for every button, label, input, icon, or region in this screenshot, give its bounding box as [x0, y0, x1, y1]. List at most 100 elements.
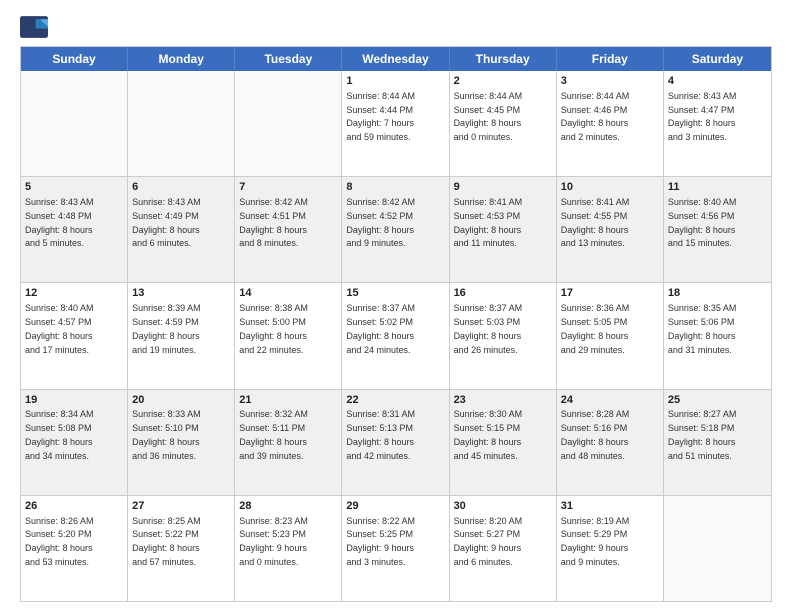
day-number: 3	[561, 74, 659, 89]
cell-info: Sunrise: 8:34 AM Sunset: 5:08 PM Dayligh…	[25, 409, 94, 460]
day-number: 14	[239, 286, 337, 301]
cell-info: Sunrise: 8:25 AM Sunset: 5:22 PM Dayligh…	[132, 516, 201, 567]
calendar-cell-0-0	[21, 71, 128, 176]
calendar-cell-1-0: 5 Sunrise: 8:43 AM Sunset: 4:48 PM Daylig…	[21, 177, 128, 282]
calendar-cell-2-4: 16Sunrise: 8:37 AM Sunset: 5:03 PM Dayli…	[450, 283, 557, 388]
day-number: 8	[346, 180, 444, 195]
calendar-cell-4-4: 30 Sunrise: 8:20 AM Sunset: 5:27 PM Dayli…	[450, 496, 557, 601]
calendar-cell-2-6: 18 Sunrise: 8:35 AM Sunset: 5:06 PM Dayli…	[664, 283, 771, 388]
calendar-cell-3-5: 24Sunrise: 8:28 AM Sunset: 5:16 PM Dayli…	[557, 390, 664, 495]
day-number: 17	[561, 286, 659, 301]
cell-info: Sunrise: 8:42 AM Sunset: 4:52 PM Dayligh…	[346, 197, 415, 248]
cell-info: Sunrise: 8:43 AM Sunset: 4:49 PM Dayligh…	[132, 197, 201, 248]
cell-info: Sunrise: 8:40 AM Sunset: 4:57 PM Dayligh…	[25, 303, 94, 354]
day-number: 31	[561, 499, 659, 514]
calendar-cell-2-2: 14 Sunrise: 8:38 AM Sunset: 5:00 PM Dayli…	[235, 283, 342, 388]
cell-info: Sunrise: 8:44 AM Sunset: 4:46 PM Dayligh…	[561, 91, 630, 142]
calendar-cell-2-5: 17 Sunrise: 8:36 AM Sunset: 5:05 PM Dayli…	[557, 283, 664, 388]
calendar-cell-3-0: 19Sunrise: 8:34 AM Sunset: 5:08 PM Dayli…	[21, 390, 128, 495]
day-number: 20	[132, 393, 230, 408]
calendar-cell-1-3: 8 Sunrise: 8:42 AM Sunset: 4:52 PM Daylig…	[342, 177, 449, 282]
day-number: 26	[25, 499, 123, 514]
day-number: 19	[25, 393, 123, 408]
cell-info: Sunrise: 8:35 AM Sunset: 5:06 PM Dayligh…	[668, 303, 737, 354]
cell-info: Sunrise: 8:20 AM Sunset: 5:27 PM Dayligh…	[454, 516, 523, 567]
logo-icon	[20, 16, 48, 38]
calendar-cell-1-6: 11 Sunrise: 8:40 AM Sunset: 4:56 PM Dayli…	[664, 177, 771, 282]
cell-info: Sunrise: 8:36 AM Sunset: 5:05 PM Dayligh…	[561, 303, 630, 354]
day-number: 12	[25, 286, 123, 301]
calendar-cell-2-0: 12 Sunrise: 8:40 AM Sunset: 4:57 PM Dayli…	[21, 283, 128, 388]
calendar-cell-3-2: 21Sunrise: 8:32 AM Sunset: 5:11 PM Dayli…	[235, 390, 342, 495]
cell-info: Sunrise: 8:37 AM Sunset: 5:03 PM Dayligh…	[454, 303, 523, 354]
calendar-cell-0-3: 1 Sunrise: 8:44 AM Sunset: 4:44 PM Daylig…	[342, 71, 449, 176]
cell-info: Sunrise: 8:19 AM Sunset: 5:29 PM Dayligh…	[561, 516, 630, 567]
calendar-body: 1 Sunrise: 8:44 AM Sunset: 4:44 PM Daylig…	[21, 71, 771, 601]
day-number: 15	[346, 286, 444, 301]
calendar-cell-4-3: 29Sunrise: 8:22 AM Sunset: 5:25 PM Dayli…	[342, 496, 449, 601]
day-number: 30	[454, 499, 552, 514]
calendar-cell-4-6	[664, 496, 771, 601]
calendar-header: SundayMondayTuesdayWednesdayThursdayFrid…	[21, 47, 771, 71]
cell-info: Sunrise: 8:40 AM Sunset: 4:56 PM Dayligh…	[668, 197, 737, 248]
calendar-cell-1-2: 7 Sunrise: 8:42 AM Sunset: 4:51 PM Daylig…	[235, 177, 342, 282]
cell-info: Sunrise: 8:42 AM Sunset: 4:51 PM Dayligh…	[239, 197, 308, 248]
header	[20, 16, 772, 38]
cell-info: Sunrise: 8:31 AM Sunset: 5:13 PM Dayligh…	[346, 409, 415, 460]
header-day-wednesday: Wednesday	[342, 47, 449, 71]
calendar-row-3: 19Sunrise: 8:34 AM Sunset: 5:08 PM Dayli…	[21, 389, 771, 495]
cell-info: Sunrise: 8:26 AM Sunset: 5:20 PM Dayligh…	[25, 516, 94, 567]
day-number: 23	[454, 393, 552, 408]
day-number: 5	[25, 180, 123, 195]
calendar-cell-1-1: 6 Sunrise: 8:43 AM Sunset: 4:49 PM Daylig…	[128, 177, 235, 282]
calendar-cell-4-0: 26 Sunrise: 8:26 AM Sunset: 5:20 PM Dayli…	[21, 496, 128, 601]
cell-info: Sunrise: 8:27 AM Sunset: 5:18 PM Dayligh…	[668, 409, 737, 460]
cell-info: Sunrise: 8:44 AM Sunset: 4:44 PM Dayligh…	[346, 91, 415, 142]
calendar-cell-4-5: 31 Sunrise: 8:19 AM Sunset: 5:29 PM Dayli…	[557, 496, 664, 601]
day-number: 10	[561, 180, 659, 195]
calendar-row-2: 12 Sunrise: 8:40 AM Sunset: 4:57 PM Dayli…	[21, 282, 771, 388]
cell-info: Sunrise: 8:38 AM Sunset: 5:00 PM Dayligh…	[239, 303, 308, 354]
cell-info: Sunrise: 8:43 AM Sunset: 4:48 PM Dayligh…	[25, 197, 94, 248]
header-day-thursday: Thursday	[450, 47, 557, 71]
cell-info: Sunrise: 8:33 AM Sunset: 5:10 PM Dayligh…	[132, 409, 201, 460]
header-day-tuesday: Tuesday	[235, 47, 342, 71]
day-number: 18	[668, 286, 767, 301]
day-number: 7	[239, 180, 337, 195]
day-number: 11	[668, 180, 767, 195]
calendar-row-0: 1 Sunrise: 8:44 AM Sunset: 4:44 PM Daylig…	[21, 71, 771, 176]
day-number: 22	[346, 393, 444, 408]
header-day-sunday: Sunday	[21, 47, 128, 71]
cell-info: Sunrise: 8:44 AM Sunset: 4:45 PM Dayligh…	[454, 91, 523, 142]
day-number: 1	[346, 74, 444, 89]
calendar-row-1: 5 Sunrise: 8:43 AM Sunset: 4:48 PM Daylig…	[21, 176, 771, 282]
day-number: 25	[668, 393, 767, 408]
day-number: 13	[132, 286, 230, 301]
day-number: 4	[668, 74, 767, 89]
calendar-cell-0-1	[128, 71, 235, 176]
calendar-cell-1-5: 10Sunrise: 8:41 AM Sunset: 4:55 PM Dayli…	[557, 177, 664, 282]
calendar-cell-0-6: 4 Sunrise: 8:43 AM Sunset: 4:47 PM Daylig…	[664, 71, 771, 176]
cell-info: Sunrise: 8:37 AM Sunset: 5:02 PM Dayligh…	[346, 303, 415, 354]
calendar: SundayMondayTuesdayWednesdayThursdayFrid…	[20, 46, 772, 602]
calendar-cell-3-6: 25Sunrise: 8:27 AM Sunset: 5:18 PM Dayli…	[664, 390, 771, 495]
cell-info: Sunrise: 8:23 AM Sunset: 5:23 PM Dayligh…	[239, 516, 308, 567]
calendar-cell-1-4: 9Sunrise: 8:41 AM Sunset: 4:53 PM Daylig…	[450, 177, 557, 282]
calendar-cell-4-2: 28 Sunrise: 8:23 AM Sunset: 5:23 PM Dayli…	[235, 496, 342, 601]
day-number: 24	[561, 393, 659, 408]
calendar-cell-2-3: 15 Sunrise: 8:37 AM Sunset: 5:02 PM Dayli…	[342, 283, 449, 388]
calendar-cell-2-1: 13 Sunrise: 8:39 AM Sunset: 4:59 PM Dayli…	[128, 283, 235, 388]
day-number: 29	[346, 499, 444, 514]
header-day-friday: Friday	[557, 47, 664, 71]
day-number: 6	[132, 180, 230, 195]
calendar-cell-0-2	[235, 71, 342, 176]
day-number: 28	[239, 499, 337, 514]
header-day-monday: Monday	[128, 47, 235, 71]
calendar-cell-3-1: 20Sunrise: 8:33 AM Sunset: 5:10 PM Dayli…	[128, 390, 235, 495]
calendar-cell-0-5: 3 Sunrise: 8:44 AM Sunset: 4:46 PM Daylig…	[557, 71, 664, 176]
cell-info: Sunrise: 8:39 AM Sunset: 4:59 PM Dayligh…	[132, 303, 201, 354]
cell-info: Sunrise: 8:43 AM Sunset: 4:47 PM Dayligh…	[668, 91, 737, 142]
calendar-row-4: 26 Sunrise: 8:26 AM Sunset: 5:20 PM Dayli…	[21, 495, 771, 601]
cell-info: Sunrise: 8:32 AM Sunset: 5:11 PM Dayligh…	[239, 409, 308, 460]
page: SundayMondayTuesdayWednesdayThursdayFrid…	[0, 0, 792, 612]
